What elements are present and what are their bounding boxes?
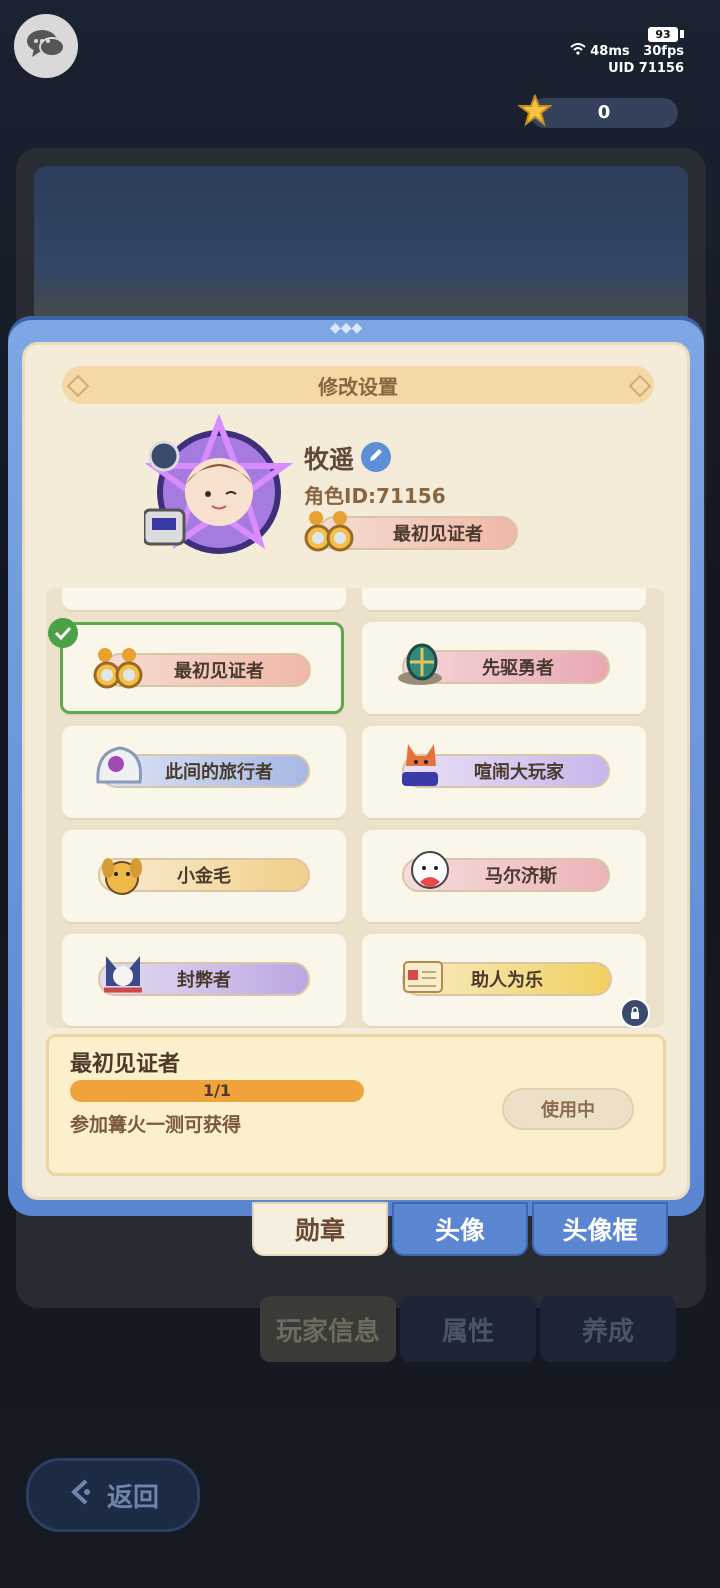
badge-card-maltese[interactable]: 马尔济斯 — [362, 830, 646, 922]
badge-label: 小金毛 — [177, 866, 231, 887]
pencil-icon — [367, 446, 385, 468]
bg-tab-attributes[interactable]: 属性 — [400, 1296, 536, 1362]
fps-text: 30fps — [643, 44, 684, 59]
back-arrow-icon — [67, 1477, 97, 1514]
badge-label: 此间的旅行者 — [165, 762, 273, 783]
badge-label: 马尔济斯 — [485, 866, 557, 887]
player-avatar[interactable] — [142, 413, 294, 564]
badge-card-witness[interactable]: 最初见证者 — [60, 622, 344, 714]
badge-card-partial — [362, 588, 646, 610]
badge-card-helpful[interactable]: 助人为乐 — [362, 934, 646, 1026]
binoculars-icon — [93, 645, 147, 691]
badge-card-partial — [62, 588, 346, 610]
progress-text: 1/1 — [202, 1081, 232, 1100]
equipped-badge-label: 最初见证者 — [393, 524, 483, 545]
tab-badges[interactable]: 勋章 — [252, 1202, 388, 1256]
fox-warrior-icon — [96, 946, 150, 993]
badge-list[interactable]: 最初见证者 先驱勇者 此间的旅行者 喧闹大玩家 小金毛 马尔济斯 封弊者 助人为… — [46, 588, 664, 1028]
badge-label: 喧闹大玩家 — [474, 762, 564, 783]
scroll-icon — [398, 952, 452, 998]
shield-egg-icon — [394, 640, 448, 686]
back-button[interactable]: 返回 — [26, 1458, 200, 1532]
badge-label: 封弊者 — [177, 970, 231, 991]
background-banner — [34, 166, 688, 336]
uid-text: UID 71156 — [608, 61, 684, 76]
ping-text: 48ms — [590, 44, 630, 59]
badge-card-pioneer[interactable]: 先驱勇者 — [362, 622, 646, 714]
binoculars-icon — [304, 508, 358, 554]
badge-card-traveler[interactable]: 此间的旅行者 — [62, 726, 346, 818]
white-dog-icon — [406, 844, 460, 890]
player-name: 牧遥 — [304, 445, 355, 474]
tab-avatar-frame[interactable]: 头像框 — [532, 1202, 668, 1256]
golden-dog-icon — [98, 848, 152, 895]
badge-card-golden[interactable]: 小金毛 — [62, 830, 346, 922]
frame-ornament-icon: ◆◆◆ — [330, 320, 363, 336]
badge-card-cheater-seal[interactable]: 封弊者 — [62, 934, 346, 1026]
player-id: 角色ID:71156 — [304, 484, 446, 508]
back-label: 返回 — [106, 1482, 159, 1513]
modal-title: 修改设置 — [62, 366, 654, 404]
fox-hat-icon — [394, 736, 448, 786]
tab-avatar[interactable]: 头像 — [392, 1202, 528, 1256]
edit-name-button[interactable] — [361, 442, 391, 472]
status-bar: 93 48ms 30fps UID 71156 — [570, 26, 684, 77]
shell-icon — [92, 742, 146, 788]
chat-icon — [24, 25, 68, 67]
battery-indicator: 93 — [648, 27, 678, 42]
bg-tab-player-info[interactable]: 玩家信息 — [260, 1296, 396, 1362]
badge-label: 助人为乐 — [471, 970, 543, 991]
badge-label: 先驱勇者 — [482, 658, 554, 679]
chat-button[interactable] — [14, 14, 78, 78]
wifi-icon — [570, 43, 586, 59]
lock-icon — [620, 998, 650, 1028]
selected-check-icon — [48, 618, 78, 648]
currency-counter: 0 — [530, 98, 678, 128]
detail-description: 参加篝火一测可获得 — [70, 1114, 242, 1136]
star-coin-icon — [517, 93, 553, 128]
in-use-button[interactable]: 使用中 — [502, 1088, 634, 1130]
detail-badge-name: 最初见证者 — [70, 1052, 181, 1077]
bg-tab-develop[interactable]: 养成 — [540, 1296, 676, 1362]
badge-label: 最初见证者 — [174, 661, 264, 682]
badge-card-big-player[interactable]: 喧闹大玩家 — [362, 726, 646, 818]
